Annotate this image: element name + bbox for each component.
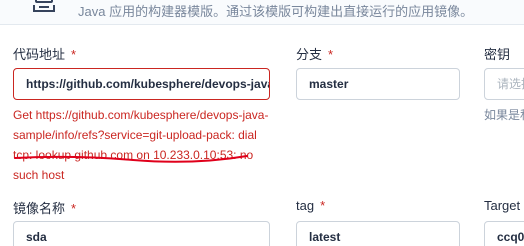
required-mark: * [71,47,77,62]
branch-label: 分支 * [296,44,333,63]
image-name-input[interactable]: sda [13,221,270,246]
target-image-input[interactable]: ccq0 [484,221,524,246]
required-mark: * [71,201,77,216]
template-description: Java 应用的构建器模版。通过该模版可构建出直接运行的应用镜像。 [78,4,474,19]
target-image-label-text: Target i [484,198,524,213]
code-url-label: 代码地址 * [13,44,76,63]
tag-label-text: tag [296,198,315,213]
code-url-input[interactable]: https://github.com/kubesphere/devops-jav… [13,68,270,100]
branch-input[interactable]: master [296,68,460,100]
image-name-label-text: 镜像名称 [13,201,66,216]
image-name-label: 镜像名称 * [13,198,76,217]
secret-label-text: 密钥 [484,47,511,62]
template-stack-icon [33,0,55,12]
template-banner: Java 应用的构建器模版。通过该模版可构建出直接运行的应用镜像。 [0,0,524,25]
error-annotation-underline [14,155,248,163]
required-mark: * [328,47,334,62]
code-url-error-message: Get https://github.com/kubesphere/devops… [13,108,269,182]
target-image-label: Target i [484,198,524,213]
required-mark: * [320,198,326,213]
secret-label: 密钥 [484,44,510,63]
tag-input[interactable]: latest [296,221,460,246]
page: Java 应用的构建器模版。通过该模版可构建出直接运行的应用镜像。 代码地址 * … [0,0,524,246]
secret-hint: 如果是私 [484,108,524,122]
tag-label: tag * [296,198,325,213]
secret-select[interactable]: 请选择 [484,68,524,100]
code-url-label-text: 代码地址 [13,47,66,62]
branch-label-text: 分支 [296,47,323,62]
